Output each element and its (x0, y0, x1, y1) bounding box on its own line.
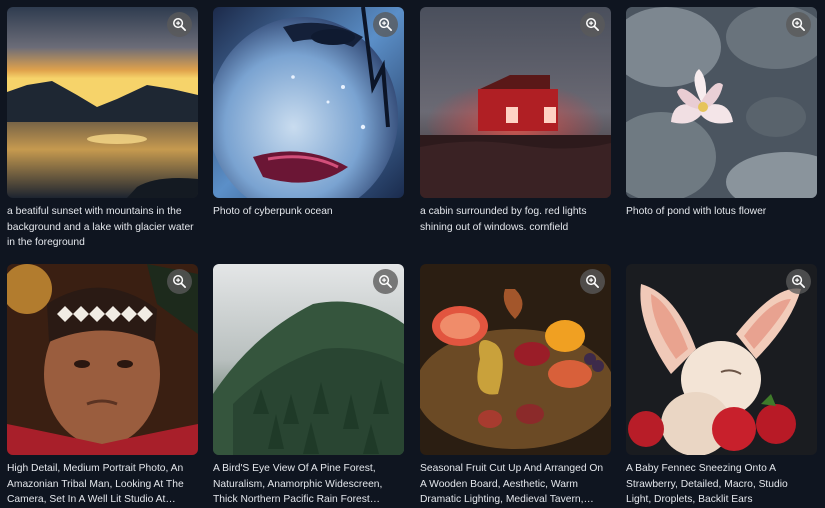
fog-cabin-image (420, 7, 611, 198)
pine-forest-image (213, 264, 404, 455)
gallery-card: a cabin surrounded by fog. red lights sh… (420, 7, 611, 235)
lotus-pond-image (626, 7, 817, 198)
zoom-in-icon[interactable] (786, 269, 811, 294)
image-caption: Seasonal Fruit Cut Up And Arranged On A … (420, 463, 604, 505)
image-caption: a cabin surrounded by fog. red lights sh… (420, 206, 587, 233)
gallery-card: A Baby Fennec Sneezing Onto A Strawberry… (626, 264, 817, 508)
fruit-board-image (420, 264, 611, 455)
gallery-image-cyberpunk-ocean[interactable] (213, 7, 404, 198)
zoom-in-icon[interactable] (373, 12, 398, 37)
gallery-image-lotus-pond[interactable] (626, 7, 817, 198)
gallery-image-tribal-man[interactable] (7, 264, 198, 455)
zoom-in-icon[interactable] (786, 12, 811, 37)
gallery-image-fruit-board[interactable] (420, 264, 611, 455)
zoom-in-icon[interactable] (580, 269, 605, 294)
zoom-in-icon[interactable] (167, 12, 192, 37)
baby-fennec-image (626, 264, 817, 455)
image-caption: A Bird'S Eye View Of A Pine Forest, Natu… (213, 463, 383, 505)
gallery-image-baby-fennec[interactable] (626, 264, 817, 455)
gallery-card: High Detail, Medium Portrait Photo, An A… (7, 264, 198, 508)
zoom-in-icon[interactable] (580, 12, 605, 37)
tribal-man-portrait-image (7, 264, 198, 455)
zoom-in-icon[interactable] (373, 269, 398, 294)
image-caption: Photo of cyberpunk ocean (213, 206, 333, 217)
cyberpunk-face-image (213, 7, 404, 198)
gallery-card: A Bird'S Eye View Of A Pine Forest, Natu… (213, 264, 404, 508)
gallery-card: Photo of pond with lotus flower (626, 7, 817, 220)
gallery-card: Seasonal Fruit Cut Up And Arranged On A … (420, 264, 611, 508)
image-gallery: a beatiful sunset with mountains in the … (0, 0, 825, 508)
image-caption: a beatiful sunset with mountains in the … (7, 206, 194, 248)
sunset-lake-image (7, 7, 198, 198)
gallery-card: Photo of cyberpunk ocean (213, 7, 404, 220)
gallery-image-sunset-lake[interactable] (7, 7, 198, 198)
image-caption: High Detail, Medium Portrait Photo, An A… (7, 463, 184, 505)
gallery-card: a beatiful sunset with mountains in the … (7, 7, 198, 251)
image-caption: A Baby Fennec Sneezing Onto A Strawberry… (626, 463, 788, 505)
gallery-image-pine-forest[interactable] (213, 264, 404, 455)
gallery-image-fog-cabin[interactable] (420, 7, 611, 198)
image-caption: Photo of pond with lotus flower (626, 206, 767, 217)
zoom-in-icon[interactable] (167, 269, 192, 294)
